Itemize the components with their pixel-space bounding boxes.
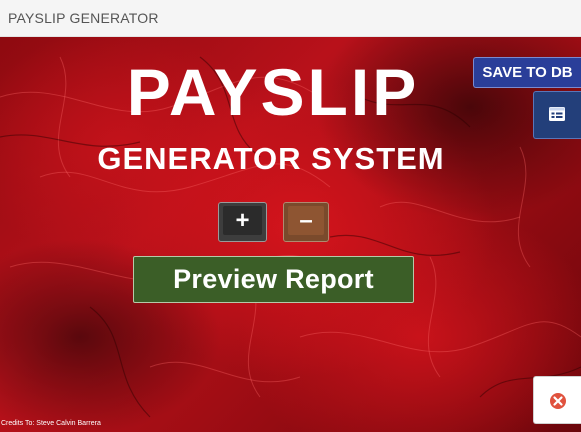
window-title: PAYSLIP GENERATOR	[8, 10, 159, 26]
remove-button[interactable]: –	[283, 202, 329, 242]
close-x-glyph	[553, 396, 563, 406]
hero-subtitle: GENERATOR SYSTEM	[97, 141, 445, 176]
credits-text: Credits To: Steve Calvin Barrera	[1, 420, 101, 427]
form-icon	[549, 107, 565, 121]
save-to-db-button[interactable]: SAVE TO DB	[473, 57, 581, 88]
minus-icon: –	[288, 206, 324, 235]
form-view-button[interactable]	[533, 91, 581, 139]
hero-title: PAYSLIP	[126, 55, 420, 129]
title-bar: PAYSLIP GENERATOR	[0, 0, 581, 37]
add-button[interactable]: +	[218, 202, 267, 242]
close-button[interactable]	[533, 376, 581, 424]
app-window: PAYSLIP GENERATOR PAYSLIP GENERATOR SYST…	[0, 0, 581, 432]
plus-icon: +	[223, 206, 262, 235]
background-panel: PAYSLIP GENERATOR SYSTEM SAVE TO DB + – …	[0, 37, 581, 432]
preview-report-button[interactable]: Preview Report	[133, 256, 414, 303]
